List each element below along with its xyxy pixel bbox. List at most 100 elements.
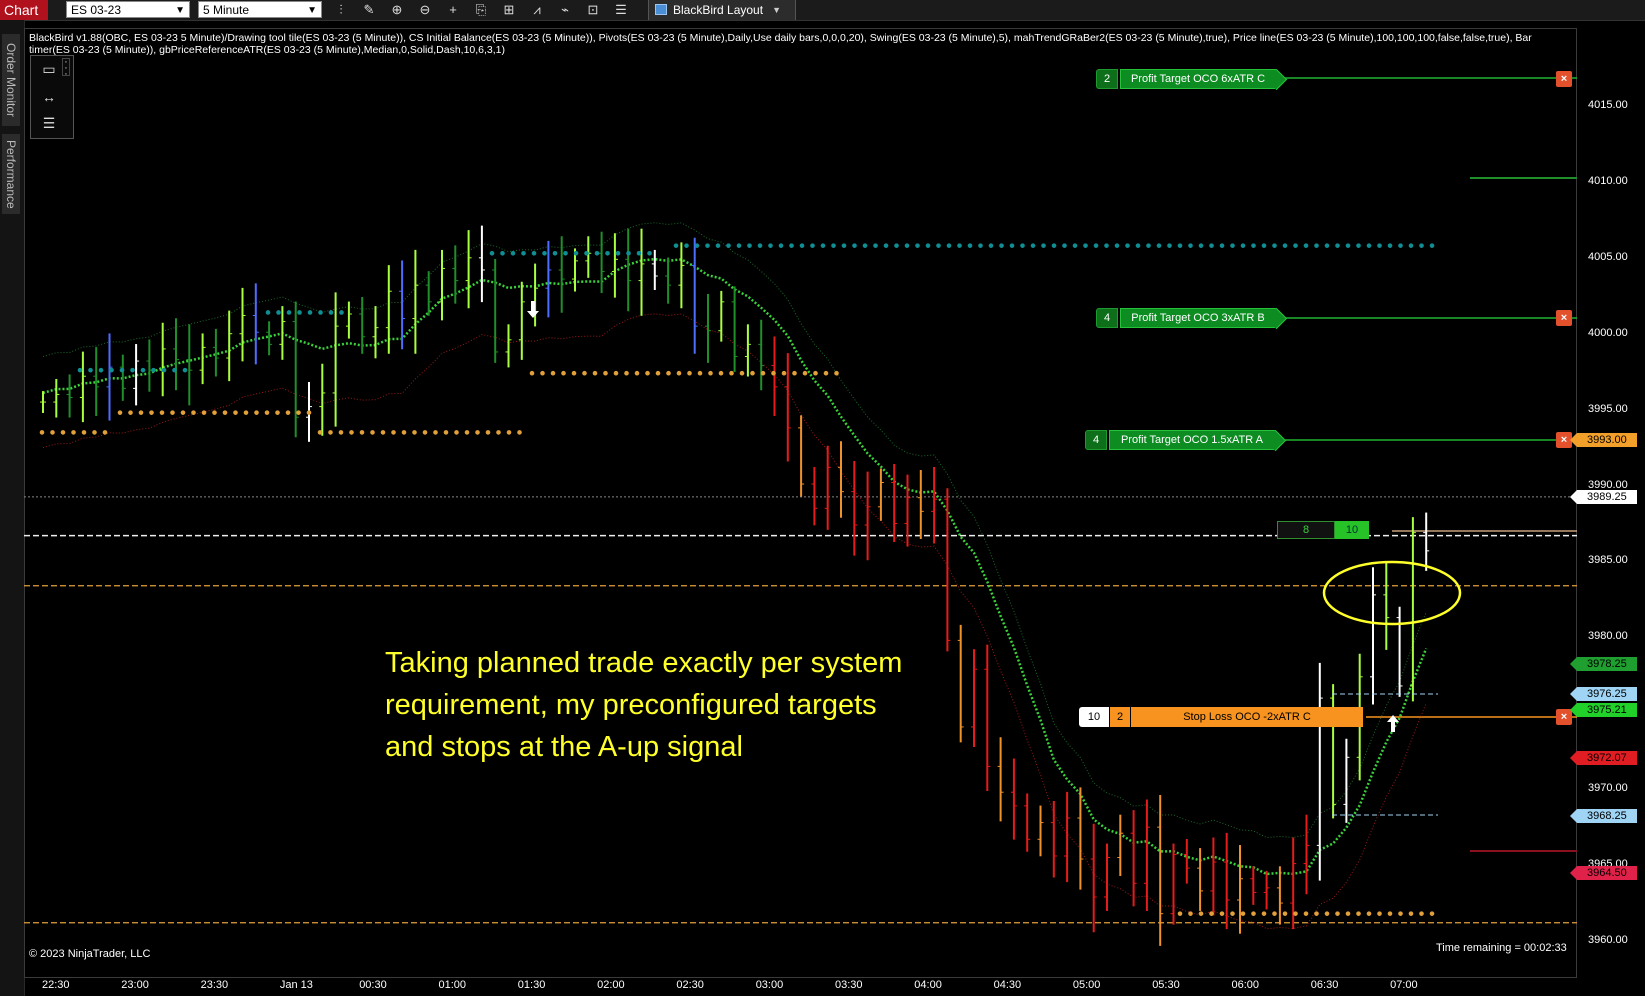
swing-low-dot (39, 430, 45, 435)
swing-low-dot (328, 430, 333, 435)
indicator-list: BlackBird v1.88(OBC, ES 03-23 5 Minute)/… (29, 32, 1532, 56)
swing-high-dot (862, 243, 868, 248)
swing-high-dot (673, 243, 679, 248)
swing-high-dot (552, 250, 558, 256)
swing-high-dot (831, 243, 836, 248)
swing-low-dot (201, 410, 207, 415)
swing-high-dot (747, 243, 752, 248)
swing-high-dot (615, 250, 621, 256)
swing-low-dot (624, 370, 629, 376)
swing-low-dot (233, 410, 238, 415)
swing-low-dot (1314, 911, 1319, 916)
swing-high-dot (573, 250, 579, 256)
swing-low-dot (212, 410, 217, 415)
swing-low-dot (1398, 911, 1403, 916)
price-marker-tag: 3975.21 (1570, 703, 1637, 718)
swing-low-dot (296, 410, 301, 415)
swing-high-dot (1209, 243, 1214, 248)
swing-low-dot (823, 370, 829, 376)
swing-low-dot (781, 370, 787, 376)
cancel-order-c-button[interactable]: × (1556, 71, 1572, 87)
swing-high-dot (1125, 243, 1130, 248)
swing-low-dot (370, 430, 375, 435)
price-tick-label: 3970.00 (1588, 782, 1628, 795)
swing-high-dot (694, 243, 700, 248)
cancel-order-b-button[interactable]: × (1556, 310, 1572, 326)
swing-high-dot (151, 367, 156, 373)
time-tick-label: Jan 13 (279, 979, 313, 991)
swing-low-dot (464, 430, 470, 435)
swing-low-dot (454, 430, 459, 435)
swing-low-dot (634, 370, 640, 376)
swing-high-dot (1335, 243, 1340, 248)
swing-low-dot (128, 410, 133, 415)
swing-low-dot (170, 410, 175, 415)
swing-low-dot (1366, 911, 1372, 916)
swing-low-dot (592, 370, 598, 376)
swing-high-dot (531, 250, 537, 256)
swing-low-dot (1251, 911, 1256, 916)
swing-low-dot (1387, 911, 1393, 916)
swing-low-dot (338, 430, 344, 435)
price-tick-label: 4000.00 (1588, 326, 1628, 339)
swing-low-dot (401, 430, 407, 435)
swing-low-dot (275, 410, 280, 415)
swing-high-dot (978, 243, 983, 248)
swing-high-dot (307, 310, 313, 315)
swing-high-dot (705, 243, 710, 248)
swing-low-dot (1335, 911, 1340, 916)
swing-low-dot (191, 410, 196, 415)
swing-high-dot (636, 250, 642, 256)
drawing-tool-tile[interactable]: ▭ ↔ ☰ · · · (30, 55, 74, 139)
swing-low-dot (1240, 911, 1246, 916)
swing-high-dot (1398, 243, 1403, 248)
swing-low-dot (306, 410, 312, 415)
position-display[interactable]: 8 10 (1277, 521, 1391, 539)
swing-low-dot (412, 430, 417, 435)
swing-high-dot (841, 243, 847, 248)
swing-high-dot (1230, 243, 1235, 248)
time-tick-label: 07:00 (1390, 979, 1418, 991)
horizontal-arrow-icon[interactable]: ↔ (35, 86, 63, 108)
swing-high-dot (328, 310, 334, 315)
chart-annotation: Taking planned trade exactly per system … (385, 642, 985, 768)
swing-high-dot (500, 250, 505, 256)
swing-low-dot (1261, 911, 1267, 916)
swing-high-dot (1345, 243, 1351, 248)
swing-high-dot (318, 310, 323, 315)
swing-high-dot (1293, 243, 1298, 248)
position-size: 10 (1335, 521, 1369, 539)
swing-high-dot (1167, 243, 1172, 248)
price-tick-label: 4005.00 (1588, 250, 1628, 263)
swing-high-dot (873, 243, 878, 248)
swing-low-dot (613, 370, 619, 376)
swing-low-dot (1293, 911, 1298, 916)
stop-total-qty: 10 (1079, 707, 1109, 727)
time-tick-label: 01:30 (517, 979, 546, 991)
order-label: Profit Target OCO 1.5xATR A (1109, 430, 1275, 450)
swing-high-dot (1303, 243, 1309, 248)
copyright-text: © 2023 NinjaTrader, LLC (29, 948, 151, 960)
price-chart[interactable] (0, 0, 1645, 996)
swing-high-dot (182, 367, 188, 373)
price-tick-label: 3990.00 (1588, 478, 1628, 491)
swing-high-dot (88, 367, 93, 373)
swing-high-dot (172, 367, 177, 373)
swing-high-dot (1051, 243, 1057, 248)
more-icon[interactable]: · · · (62, 57, 70, 80)
time-tick-label: 02:30 (676, 979, 704, 991)
swing-low-dot (676, 370, 682, 376)
time-tick-label: 06:30 (1310, 979, 1339, 991)
time-tick-label: 03:30 (835, 979, 863, 991)
swing-high-dot (605, 250, 610, 256)
swing-high-dot (521, 250, 526, 256)
swing-high-dot (894, 243, 899, 248)
swing-low-dot (92, 430, 97, 435)
menu-icon[interactable]: ☰ (35, 112, 63, 134)
price-marker-tag: 3976.25 (1570, 687, 1637, 702)
time-tick-label: 22:30 (42, 979, 70, 991)
swing-high-dot (768, 243, 773, 248)
time-tick-label: 02:00 (597, 979, 625, 991)
ruler-icon[interactable]: ▭ (35, 58, 63, 80)
swing-high-dot (925, 243, 931, 248)
